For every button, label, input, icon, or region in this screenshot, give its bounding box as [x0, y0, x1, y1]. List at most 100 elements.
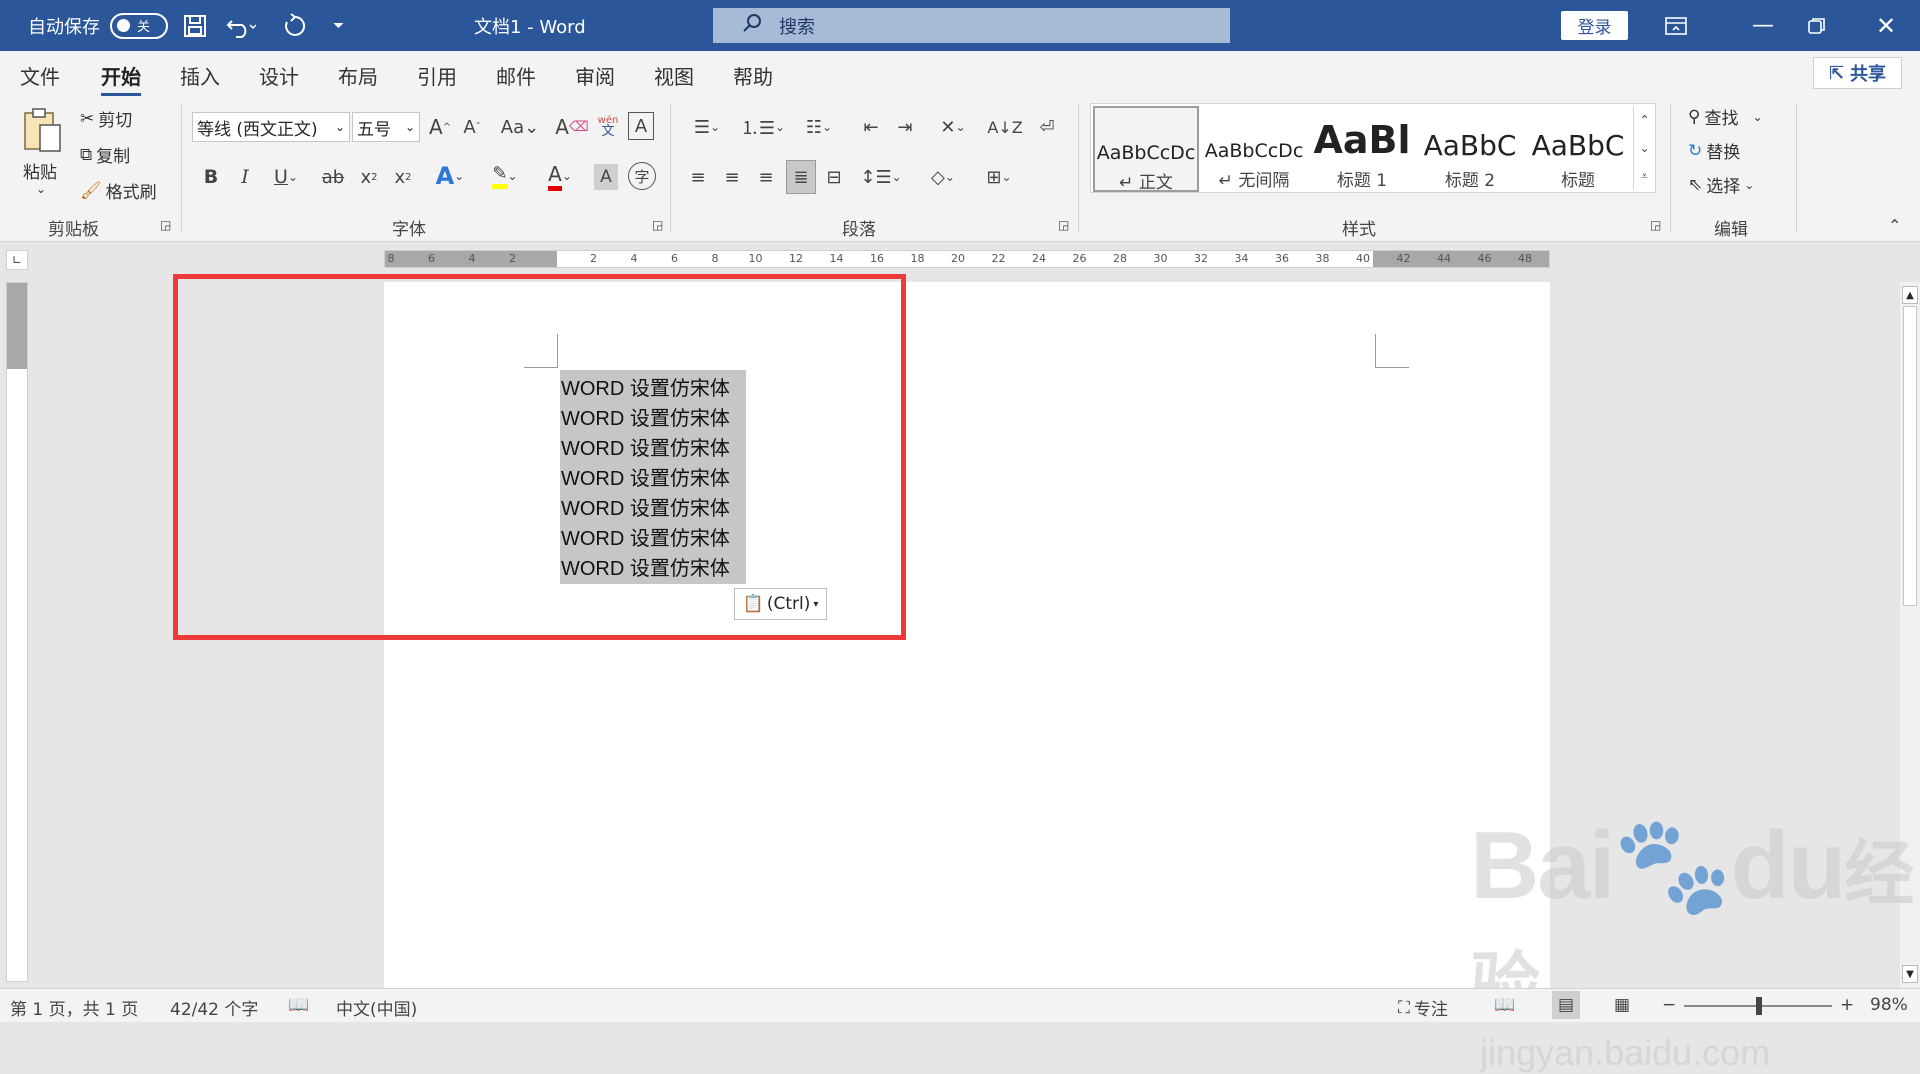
line-spacing-icon[interactable]: ↕☰ ⌄ [858, 162, 904, 192]
focus-button[interactable]: ⛶ 专注 [1398, 995, 1448, 1021]
underline-icon[interactable]: U ⌄ [266, 162, 306, 192]
bullets-icon[interactable]: ☰ ⌄ [684, 112, 730, 142]
login-button[interactable]: 登录 [1561, 11, 1628, 40]
highlight-color-icon[interactable]: ✎ ⌄ [480, 160, 530, 192]
redo-icon[interactable] [282, 0, 308, 51]
style-normal[interactable]: AaBbCcDc ↵ 正文 [1093, 106, 1199, 192]
group-divider [1796, 104, 1797, 232]
tab-home[interactable]: 开始 [101, 61, 141, 96]
paste-icon[interactable] [20, 106, 66, 156]
text-effects-icon[interactable]: A ⌄ [428, 160, 472, 192]
zoom-slider-thumb[interactable] [1756, 997, 1762, 1015]
font-size-select[interactable]: 五号 ⌄ [352, 112, 420, 142]
italic-icon[interactable]: I [234, 162, 256, 192]
copy-button[interactable]: ⧉ 复制 [80, 142, 130, 168]
share-button[interactable]: ⇱ 共享 [1813, 57, 1902, 89]
tab-layout[interactable]: 布局 [338, 61, 378, 90]
find-button[interactable]: ⚲ 查找 ⌄ [1688, 104, 1763, 130]
align-center-icon[interactable]: ≡ [718, 162, 746, 192]
shrink-font-icon[interactable]: Aˇ [458, 112, 486, 142]
proofing-icon[interactable]: 📖 [288, 995, 309, 1015]
ruler-tick-label: 4 [468, 252, 476, 265]
autosave-toggle[interactable]: 关 [110, 0, 168, 51]
scroll-thumb[interactable] [1903, 306, 1917, 606]
style-heading-2[interactable]: AaBbC 标题 2 [1417, 106, 1523, 192]
change-case-icon[interactable]: Aa⌄ [498, 112, 542, 142]
undo-icon[interactable] [226, 0, 256, 51]
font-name-select[interactable]: 等线 (西文正文) ⌄ [192, 112, 350, 142]
zoom-in-icon[interactable]: + [1840, 995, 1854, 1015]
vertical-ruler[interactable] [6, 282, 28, 982]
ribbon-display-icon[interactable] [1665, 0, 1687, 51]
save-icon[interactable] [182, 0, 208, 51]
language-indicator[interactable]: 中文(中国) [336, 995, 417, 1020]
search-input[interactable]: 搜索 [713, 8, 1230, 43]
grow-font-icon[interactable]: A ^ [426, 112, 454, 142]
decrease-indent-icon[interactable]: ⇤ [856, 112, 886, 142]
show-marks-icon[interactable]: ⏎ [1032, 112, 1062, 142]
character-shading-icon[interactable]: A [594, 164, 618, 190]
zoom-level[interactable]: 98% [1870, 995, 1908, 1015]
tab-selector-icon[interactable]: ∟ [6, 250, 28, 270]
cut-button[interactable]: ✂ 剪切 [80, 106, 132, 132]
share-label: 共享 [1850, 64, 1887, 85]
superscript-icon[interactable]: x2 [390, 162, 416, 192]
styles-launcher-icon[interactable]: ◲ [1650, 218, 1661, 232]
tab-review[interactable]: 审阅 [575, 61, 615, 90]
web-layout-icon[interactable]: ▦ [1614, 995, 1630, 1015]
styles-scroll-down-icon[interactable]: ⌄ [1633, 134, 1655, 162]
tab-help[interactable]: 帮助 [733, 61, 773, 90]
enclose-characters-icon[interactable]: 字 [628, 162, 656, 190]
font-launcher-icon[interactable]: ◲ [652, 218, 663, 232]
replace-button[interactable]: ↻ 替换 [1688, 138, 1740, 164]
print-layout-icon[interactable]: ▤ [1552, 991, 1580, 1019]
styles-scroll-up-icon[interactable]: ⌃ [1633, 106, 1655, 134]
align-right-icon[interactable]: ≡ [752, 162, 780, 192]
phonetic-guide-icon[interactable]: wén 文 [594, 110, 622, 142]
chinese-layout-icon[interactable]: ✕ ⌄ [930, 112, 976, 142]
tab-references[interactable]: 引用 [417, 61, 457, 90]
character-border-icon[interactable]: A [628, 112, 654, 140]
tab-insert[interactable]: 插入 [180, 61, 220, 90]
collapse-ribbon-icon[interactable]: ⌃ [1888, 216, 1901, 235]
shading-icon[interactable]: ◇ ⌄ [920, 162, 966, 192]
zoom-out-icon[interactable]: − [1662, 995, 1676, 1015]
tab-view[interactable]: 视图 [654, 61, 694, 90]
restore-icon[interactable] [1808, 0, 1826, 51]
multilevel-list-icon[interactable]: ☷ ⌄ [796, 112, 842, 142]
justify-icon[interactable]: ≣ [786, 160, 816, 194]
sort-icon[interactable]: A↓Z [987, 112, 1022, 142]
close-icon[interactable]: ✕ [1876, 0, 1896, 51]
minimize-icon[interactable]: — [1752, 0, 1774, 51]
styles-more-icon[interactable]: ⩡ [1633, 162, 1655, 190]
increase-indent-icon[interactable]: ⇥ [890, 112, 920, 142]
font-color-icon[interactable]: A ⌄ [536, 160, 584, 192]
style-title[interactable]: AaBbC 标题 [1525, 106, 1631, 192]
tab-file[interactable]: 文件 [20, 61, 60, 90]
subscript-icon[interactable]: x2 [356, 162, 382, 192]
distributed-icon[interactable]: ⊟ [820, 162, 848, 192]
page-count[interactable]: 第 1 页，共 1 页 [10, 995, 138, 1020]
horizontal-ruler[interactable]: 8 6 4 2 2 4 6 8 10 12 14 16 18 20 22 24 26 28 30 32 34 36 38 40… [384, 250, 1550, 268]
paste-dropdown-icon[interactable]: ⌄ [36, 182, 46, 196]
format-painter-button[interactable]: 🖌 格式刷 [80, 178, 157, 204]
clipboard-launcher-icon[interactable]: ◲ [160, 218, 171, 232]
strikethrough-icon[interactable]: ab [318, 162, 348, 192]
numbering-icon[interactable]: ⒈☰ ⌄ [738, 112, 788, 142]
borders-icon[interactable]: ⊞ ⌄ [976, 162, 1022, 192]
scroll-up-icon[interactable]: ▲ [1902, 286, 1918, 304]
read-mode-icon[interactable]: 📖 [1494, 995, 1515, 1015]
tab-mailings[interactable]: 邮件 [496, 61, 536, 90]
style-heading-1[interactable]: AaBl 标题 1 [1309, 106, 1415, 192]
bold-icon[interactable]: B [200, 162, 222, 192]
select-button[interactable]: ⇖ 选择 ⌄ [1688, 172, 1754, 198]
zoom-slider[interactable] [1684, 997, 1832, 1015]
paragraph-launcher-icon[interactable]: ◲ [1058, 218, 1069, 232]
style-no-spacing[interactable]: AaBbCcDc ↵ 无间隔 [1201, 106, 1307, 192]
align-left-icon[interactable]: ≡ [684, 162, 712, 192]
tab-design[interactable]: 设计 [259, 61, 299, 90]
paste-button[interactable]: 粘贴 [23, 158, 57, 183]
word-count[interactable]: 42/42 个字 [170, 995, 258, 1020]
customize-qat-icon[interactable]: ⏷ [333, 0, 344, 51]
clear-formatting-icon[interactable]: A ⌫ [555, 112, 588, 142]
